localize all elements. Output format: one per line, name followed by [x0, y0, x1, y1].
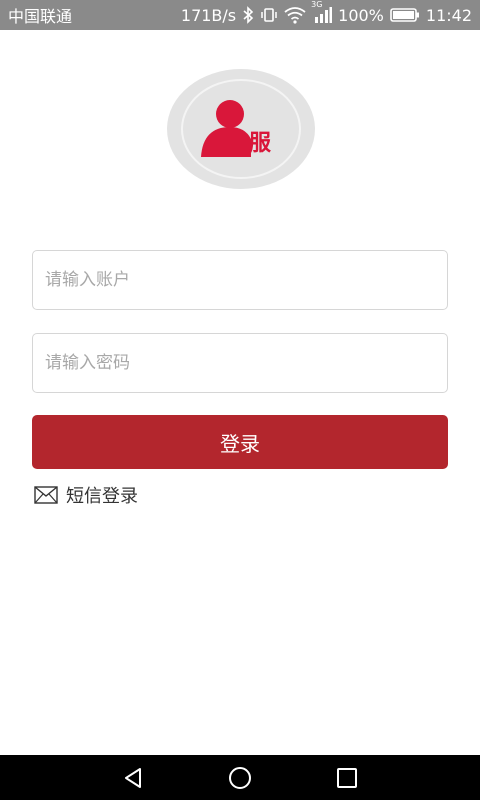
- carrier-name: 中国联通: [8, 7, 73, 26]
- wifi-icon: [284, 6, 306, 24]
- password-input[interactable]: [33, 334, 447, 392]
- network-badge: 3G: [311, 0, 323, 9]
- vibrate-icon: [260, 6, 278, 24]
- login-screen: 中国联通 171B/s 3G 100% 11:42 服 请输入账户 登录 短信登…: [0, 0, 480, 800]
- battery-icon: [390, 7, 420, 23]
- network-speed: 171B/s: [180, 5, 237, 25]
- logo-outer-circle: 服: [167, 69, 315, 189]
- status-bar: 中国联通 171B/s 3G 100% 11:42: [0, 0, 480, 30]
- status-left: 中国联通: [8, 3, 72, 27]
- account-input[interactable]: [33, 251, 447, 309]
- logo-badge-char: 服: [249, 131, 272, 156]
- login-button[interactable]: 登录: [32, 415, 448, 469]
- home-icon: [228, 766, 251, 789]
- battery-percent: 100%: [338, 5, 384, 25]
- home-button[interactable]: [218, 756, 262, 800]
- sms-login-label: 短信登录: [66, 486, 138, 507]
- signal-icon: 3G: [311, 1, 333, 24]
- back-button[interactable]: [111, 756, 155, 800]
- recents-button[interactable]: [325, 756, 369, 800]
- envelope-icon: [34, 486, 58, 504]
- password-field[interactable]: [32, 333, 448, 393]
- clock: 11:42: [425, 5, 472, 25]
- recents-icon: [336, 767, 357, 788]
- person-icon: [201, 100, 251, 157]
- back-icon: [125, 767, 142, 788]
- status-right: 171B/s 3G 100% 11:42: [180, 1, 472, 25]
- app-logo: 服: [167, 69, 315, 189]
- navigation-bar: [0, 755, 480, 800]
- bluetooth-icon: [242, 6, 254, 24]
- sms-login-link[interactable]: 短信登录: [34, 482, 138, 508]
- account-field[interactable]: [32, 250, 448, 310]
